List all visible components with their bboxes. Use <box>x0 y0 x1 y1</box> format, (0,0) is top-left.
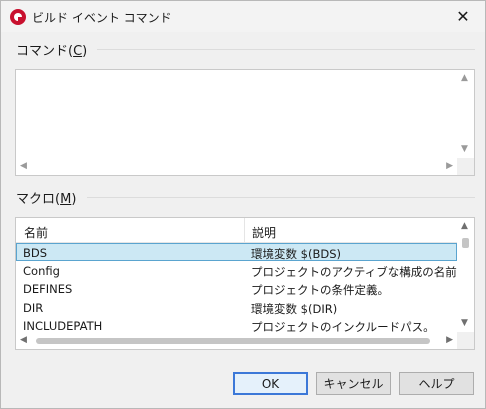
cancel-button[interactable]: キャンセル <box>316 372 391 395</box>
help-button[interactable]: ヘルプ <box>399 372 474 395</box>
title-bar: ビルド イベント コマンド ✕ <box>1 1 485 32</box>
macro-row-dir[interactable]: DIR 環境変数 $(DIR) <box>16 299 457 317</box>
macro-description: 環境変数 $(BDS) <box>251 247 341 261</box>
commands-label: コマンド(C) <box>16 44 88 59</box>
macro-row-config[interactable]: Config プロジェクトのアクティブな構成の名前 <box>16 262 457 280</box>
macro-description: プロジェクトの条件定義。 <box>251 283 389 297</box>
macros-list[interactable]: 名前 説明 BDS 環境変数 $(BDS) Config プロジェクトのアクティ… <box>15 217 475 350</box>
macros-divider <box>87 197 475 198</box>
macros-label-text: マクロ <box>16 192 56 207</box>
macro-name: DEFINES <box>23 282 73 296</box>
column-separator[interactable] <box>244 218 245 243</box>
macro-name: BDS <box>23 246 48 260</box>
macros-label: マクロ(M) <box>16 192 77 207</box>
scrollbar-corner <box>457 332 474 349</box>
commands-vertical-scrollbar[interactable]: ▲ ▼ <box>457 70 474 158</box>
macros-list-header: 名前 説明 <box>16 218 457 243</box>
scroll-left-icon[interactable]: ◀ <box>20 336 27 345</box>
macro-row-defines[interactable]: DEFINES プロジェクトの条件定義。 <box>16 280 457 298</box>
scrollbar-corner <box>457 158 474 175</box>
close-icon[interactable]: ✕ <box>441 1 485 32</box>
macro-name: Config <box>23 264 60 278</box>
macro-description: プロジェクトのアクティブな構成の名前 <box>251 265 457 279</box>
macro-row-bds[interactable]: BDS 環境変数 $(BDS) <box>16 243 457 261</box>
app-logo-icon <box>10 9 26 25</box>
scroll-right-icon[interactable]: ▶ <box>446 336 453 345</box>
scroll-down-icon[interactable]: ▼ <box>461 145 468 154</box>
ok-button[interactable]: OK <box>233 372 308 395</box>
commands-accelerator: C <box>73 44 83 59</box>
scroll-down-icon[interactable]: ▼ <box>461 319 468 328</box>
scroll-up-icon[interactable]: ▲ <box>461 74 468 83</box>
commands-divider <box>97 49 475 50</box>
macros-accelerator: M <box>60 192 72 207</box>
macro-description: 環境変数 $(DIR) <box>251 302 338 316</box>
commands-horizontal-scrollbar[interactable]: ◀ ▶ <box>16 158 457 175</box>
column-header-name[interactable]: 名前 <box>24 224 48 241</box>
macros-horizontal-scrollbar[interactable]: ◀ ▶ <box>16 332 457 349</box>
macro-name: DIR <box>23 301 44 315</box>
macro-name: INCLUDEPATH <box>23 319 103 333</box>
horizontal-scroll-thumb[interactable] <box>36 338 430 344</box>
scroll-up-icon[interactable]: ▲ <box>461 222 468 231</box>
build-event-commands-dialog: ビルド イベント コマンド ✕ コマンド(C) ▲ ▼ ◀ ▶ マクロ(M) 名… <box>0 0 486 409</box>
window-title: ビルド イベント コマンド <box>32 11 172 25</box>
commands-textarea[interactable]: ▲ ▼ ◀ ▶ <box>15 69 475 176</box>
column-header-description[interactable]: 説明 <box>252 224 276 241</box>
macros-vertical-scrollbar[interactable]: ▲ ▼ <box>457 218 474 332</box>
scroll-right-icon[interactable]: ▶ <box>446 162 453 171</box>
vertical-scroll-thumb[interactable] <box>462 238 469 248</box>
commands-label-text: コマンド <box>16 44 69 59</box>
scroll-left-icon[interactable]: ◀ <box>20 162 27 171</box>
